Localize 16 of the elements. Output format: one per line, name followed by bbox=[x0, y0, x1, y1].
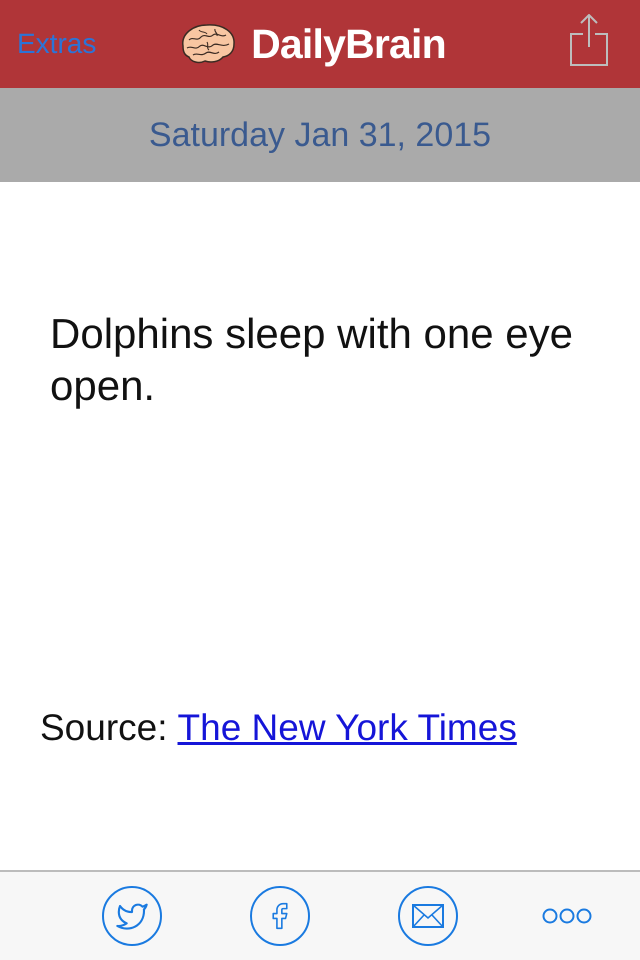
date-text: Saturday Jan 31, 2015 bbox=[148, 116, 492, 154]
f-logo-icon bbox=[272, 901, 288, 931]
more-icon bbox=[542, 908, 592, 924]
mail-button[interactable] bbox=[398, 886, 458, 946]
source-link[interactable]: The New York Times bbox=[178, 707, 517, 749]
app-title: DailyBrain bbox=[251, 24, 446, 64]
more-button[interactable] bbox=[542, 908, 592, 924]
bird-button[interactable] bbox=[102, 886, 162, 946]
share-icon bbox=[570, 14, 608, 66]
envelope-icon bbox=[412, 904, 444, 928]
f-logo-button[interactable] bbox=[250, 886, 310, 946]
share-button[interactable] bbox=[570, 14, 608, 66]
source-label: Source: bbox=[40, 707, 168, 749]
fact-text: Dolphins sleep with one eye open. bbox=[50, 309, 574, 411]
brain-icon bbox=[179, 22, 238, 66]
bird-icon bbox=[116, 902, 148, 930]
